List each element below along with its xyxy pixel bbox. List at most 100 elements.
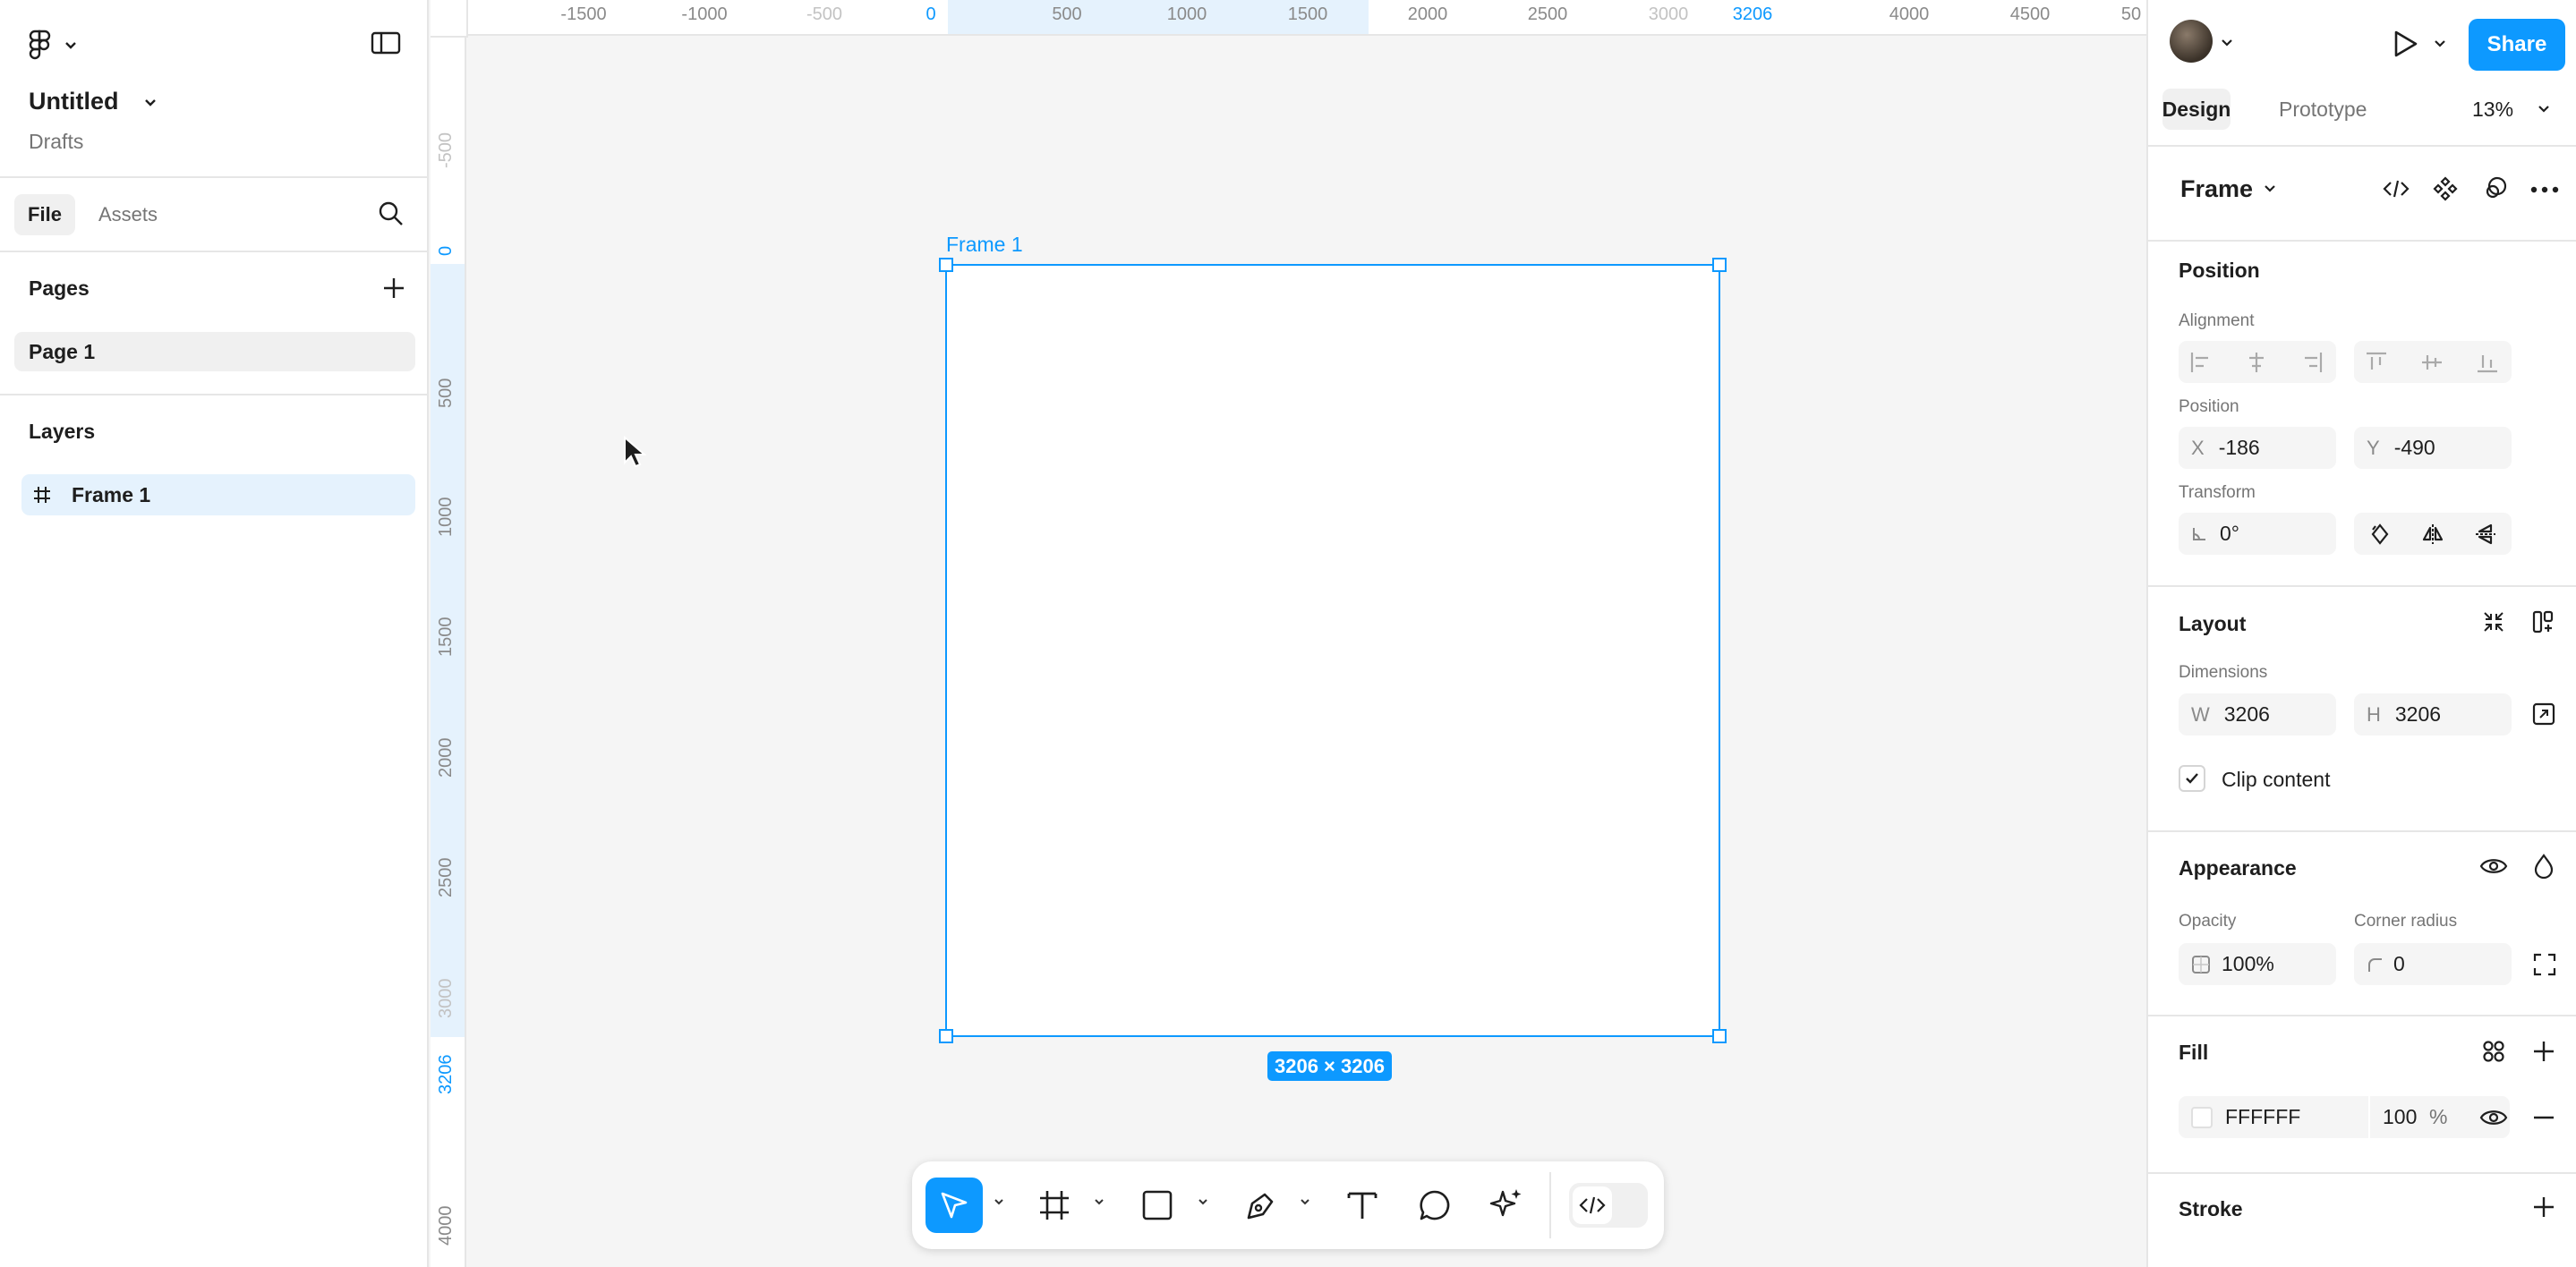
resize-handle-top-left[interactable]	[939, 258, 953, 272]
layer-label: Frame 1	[72, 482, 151, 506]
width-field[interactable]: W 3206	[2179, 693, 2336, 736]
add-page-icon[interactable]	[381, 276, 406, 301]
ruler-tick-label: 2000	[1407, 4, 1448, 24]
code-icon[interactable]	[2383, 177, 2410, 200]
search-icon[interactable]	[378, 200, 405, 227]
flip-horizontal-icon[interactable]	[2421, 523, 2444, 546]
frame-name-label[interactable]: Frame 1	[946, 233, 1023, 257]
ai-actions-tool[interactable]	[1487, 1186, 1524, 1224]
align-right-icon[interactable]	[2300, 351, 2324, 374]
chevron-down-icon[interactable]	[2433, 37, 2447, 51]
page-item[interactable]: Page 1	[14, 332, 415, 371]
text-tool[interactable]	[1345, 1188, 1379, 1222]
height-field[interactable]: H 3206	[2354, 693, 2512, 736]
frame-hash-icon	[32, 485, 52, 505]
divider	[2148, 830, 2576, 832]
chevron-down-icon[interactable]	[1299, 1195, 1311, 1208]
corner-radius-value: 0	[2393, 952, 2405, 975]
tab-prototype[interactable]: Prototype	[2279, 98, 2367, 122]
ruler-tick-label: -1000	[681, 4, 728, 24]
fill-opacity-unit: %	[2429, 1105, 2448, 1128]
resize-handle-top-right[interactable]	[1712, 258, 1727, 272]
ruler-left[interactable]: -500 0 500 1000 1500 2000 2500 3000 3206…	[431, 36, 466, 1267]
corner-radius-field[interactable]: 0	[2354, 943, 2512, 985]
rotate-90-icon[interactable]	[2368, 523, 2392, 546]
styles-grid-icon[interactable]	[2481, 1039, 2506, 1064]
frame-hash-icon	[1040, 1191, 1069, 1220]
auto-layout-icon[interactable]	[2531, 609, 2556, 634]
add-stroke-icon[interactable]	[2531, 1195, 2556, 1220]
selection-type[interactable]: Frame	[2180, 175, 2253, 203]
ruler-top[interactable]: -1500 -1000 -500 0 500 1000 1500 2000 25…	[431, 0, 2146, 36]
align-middle-vertical-icon[interactable]	[2420, 351, 2444, 374]
ruler-tick-label: 3000	[1648, 4, 1689, 24]
remove-fill-icon[interactable]	[2531, 1106, 2556, 1129]
chevron-down-icon[interactable]	[993, 1195, 1005, 1208]
blend-mode-drop-icon[interactable]	[2533, 854, 2555, 879]
chevron-down-icon[interactable]	[2220, 36, 2234, 50]
ruler-tick-label: 4000	[436, 1205, 456, 1246]
clip-content-checkbox[interactable]	[2179, 765, 2205, 792]
corner-radius-icon	[2367, 957, 2383, 973]
component-icon[interactable]	[2433, 176, 2458, 201]
pen-tool[interactable]	[1243, 1187, 1279, 1223]
ruler-tick-label: 500	[1052, 4, 1082, 24]
share-button[interactable]: Share	[2469, 19, 2565, 71]
field-separator	[2368, 1096, 2370, 1138]
align-left-icon[interactable]	[2189, 351, 2213, 374]
transform-label: Transform	[2179, 483, 2256, 502]
y-position-field[interactable]: Y -490	[2354, 427, 2512, 469]
tab-assets[interactable]: Assets	[98, 203, 158, 226]
independent-corners-icon[interactable]	[2533, 953, 2556, 976]
tab-design[interactable]: Design	[2162, 89, 2231, 130]
move-tool[interactable]	[925, 1178, 983, 1233]
file-title[interactable]: Untitled	[29, 88, 119, 115]
collapse-layout-icon[interactable]	[2481, 609, 2506, 634]
mask-icon[interactable]	[2483, 176, 2508, 201]
zoom-level[interactable]: 13%	[2472, 98, 2513, 122]
chevron-down-icon[interactable]	[2263, 182, 2277, 196]
clip-content-label[interactable]: Clip content	[2222, 768, 2330, 792]
height-value: 3206	[2394, 702, 2442, 726]
opacity-field[interactable]: 100%	[2179, 943, 2336, 985]
opacity-checker-icon	[2191, 955, 2211, 974]
chevron-down-icon[interactable]	[2537, 102, 2551, 116]
frame-1[interactable]	[939, 258, 1727, 1043]
rotation-field[interactable]: 0°	[2179, 513, 2336, 555]
tab-file[interactable]: File	[14, 194, 75, 235]
resize-handle-bottom-left[interactable]	[939, 1029, 953, 1043]
dev-mode-toggle[interactable]	[1569, 1183, 1648, 1228]
fill-swatch[interactable]	[2191, 1106, 2213, 1128]
chevron-down-icon[interactable]	[141, 93, 159, 111]
transform-actions-group	[2354, 513, 2512, 555]
comment-tool[interactable]	[1418, 1188, 1452, 1222]
align-bottom-icon[interactable]	[2476, 351, 2499, 374]
pen-icon	[1247, 1193, 1274, 1220]
chevron-down-icon[interactable]	[1197, 1195, 1209, 1208]
x-position-field[interactable]: X -186	[2179, 427, 2336, 469]
resize-handle-bottom-right[interactable]	[1712, 1029, 1727, 1043]
visibility-eye-icon[interactable]	[2479, 855, 2508, 878]
file-location[interactable]: Drafts	[29, 130, 83, 154]
chevron-down-icon[interactable]	[1093, 1195, 1105, 1208]
bottom-toolbar	[912, 1161, 1664, 1249]
rectangle-tool[interactable]	[1141, 1189, 1173, 1221]
frame-tool[interactable]	[1037, 1188, 1071, 1222]
align-top-icon[interactable]	[2365, 351, 2388, 374]
layer-item[interactable]: Frame 1	[21, 474, 415, 515]
width-value: 3206	[2223, 702, 2270, 726]
toggle-sidebar-icon[interactable]	[371, 30, 401, 55]
flip-vertical-icon[interactable]	[2474, 523, 2497, 546]
align-center-horizontal-icon[interactable]	[2245, 351, 2268, 374]
present-play-icon[interactable]	[2392, 30, 2418, 58]
position-label: Position	[2179, 397, 2239, 416]
figma-menu-button[interactable]	[27, 29, 81, 61]
fill-color-field[interactable]: FFFFFF 100 %	[2179, 1096, 2510, 1138]
add-fill-icon[interactable]	[2531, 1039, 2556, 1064]
fill-visibility-eye-icon[interactable]	[2479, 1106, 2508, 1129]
more-options-icon[interactable]	[2529, 185, 2560, 194]
avatar[interactable]	[2170, 20, 2213, 63]
ruler-tick-label: 50	[2120, 4, 2142, 24]
constrain-proportions-icon[interactable]	[2532, 702, 2555, 726]
cursor-arrow-icon	[623, 436, 646, 468]
